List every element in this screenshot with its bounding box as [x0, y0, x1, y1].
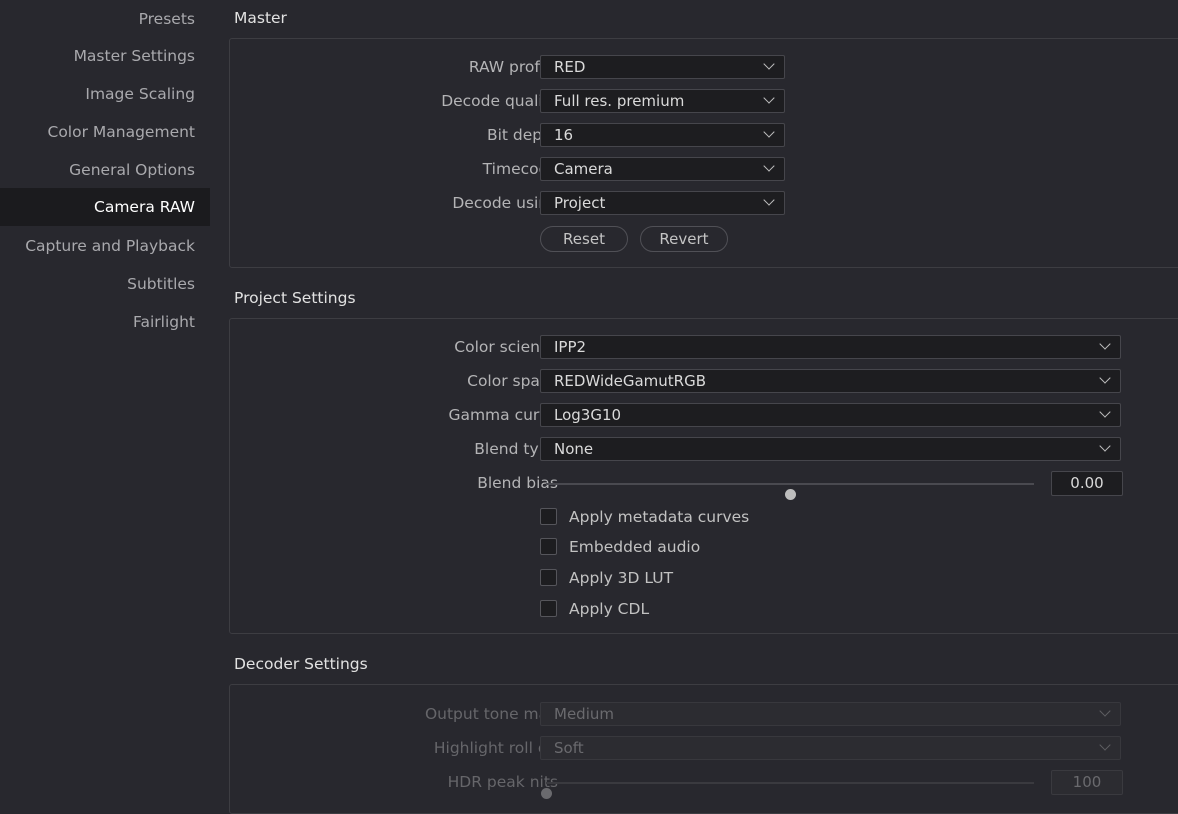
project-section-title: Project Settings — [234, 289, 356, 307]
chevron-down-icon — [763, 194, 775, 206]
sidebar-item-image-scaling[interactable]: Image Scaling — [0, 75, 210, 113]
apply-metadata-curves-checkbox[interactable] — [540, 508, 557, 525]
decoder-panel: Output tone map Medium Highlight roll of… — [229, 684, 1178, 814]
timecode-dropdown[interactable]: Camera — [540, 157, 785, 181]
apply-metadata-curves-label: Apply metadata curves — [569, 508, 750, 526]
decode-using-value: Project — [554, 194, 606, 212]
sidebar-item-fairlight[interactable]: Fairlight — [0, 303, 210, 341]
chevron-down-icon — [1099, 440, 1111, 452]
decode-using-row: Decode using Project — [230, 191, 1178, 215]
sidebar-item-subtitles[interactable]: Subtitles — [0, 265, 210, 303]
sidebar-item-capture-and-playback[interactable]: Capture and Playback — [0, 227, 210, 265]
chevron-down-icon — [763, 160, 775, 172]
embedded-audio-label: Embedded audio — [569, 538, 701, 556]
blend-bias-slider[interactable] — [546, 483, 1034, 500]
apply-cdl-label: Apply CDL — [569, 600, 650, 618]
bit-depth-value: 16 — [554, 126, 574, 144]
blend-type-dropdown[interactable]: None — [540, 437, 1121, 461]
highlight-roll-off-row: Highlight roll off Soft — [230, 736, 1178, 760]
highlight-roll-off-value: Soft — [554, 739, 584, 757]
blend-bias-slider-handle[interactable] — [785, 489, 796, 500]
decode-quality-row: Decode quality Full res. premium — [230, 89, 1178, 113]
raw-profile-dropdown[interactable]: RED — [540, 55, 785, 79]
settings-sidebar: Presets Master Settings Image Scaling Co… — [0, 0, 210, 800]
hdr-peak-nits-row: HDR peak nits 100 — [230, 770, 1178, 799]
decode-quality-dropdown[interactable]: Full res. premium — [540, 89, 785, 113]
raw-profile-row: RAW profile RED — [230, 55, 1178, 79]
sidebar-item-presets[interactable]: Presets — [0, 0, 210, 38]
color-science-row: Color science IPP2 — [230, 335, 1178, 359]
output-tone-map-row: Output tone map Medium — [230, 702, 1178, 726]
blend-type-row: Blend type None — [230, 437, 1178, 461]
blend-bias-value-field[interactable]: 0.00 — [1051, 471, 1123, 496]
sidebar-item-color-management[interactable]: Color Management — [0, 113, 210, 151]
hdr-peak-nits-value-field: 100 — [1051, 770, 1123, 795]
sidebar-item-master-settings[interactable]: Master Settings — [0, 37, 210, 75]
hdr-peak-nits-slider — [541, 782, 1034, 799]
decoder-section-title: Decoder Settings — [234, 655, 368, 673]
chevron-down-icon — [763, 92, 775, 104]
bit-depth-row: Bit depth 16 — [230, 123, 1178, 147]
blend-type-value: None — [554, 440, 594, 458]
revert-button[interactable]: Revert — [640, 226, 728, 252]
chevron-down-icon — [1099, 338, 1111, 350]
chevron-down-icon — [1099, 372, 1111, 384]
master-panel: RAW profile RED Decode quality Full res.… — [229, 38, 1178, 268]
chevron-down-icon — [763, 58, 775, 70]
chevron-down-icon — [1099, 739, 1111, 751]
decode-quality-value: Full res. premium — [554, 92, 685, 110]
sidebar-item-general-options[interactable]: General Options — [0, 151, 210, 189]
project-panel: Color science IPP2 Color space REDWideGa… — [229, 318, 1178, 634]
gamma-curve-dropdown[interactable]: Log3G10 — [540, 403, 1121, 427]
color-science-dropdown[interactable]: IPP2 — [540, 335, 1121, 359]
timecode-value: Camera — [554, 160, 613, 178]
hdr-peak-nits-slider-handle — [541, 788, 552, 799]
color-space-row: Color space REDWideGamutRGB — [230, 369, 1178, 393]
apply-3d-lut-label: Apply 3D LUT — [569, 569, 674, 587]
bit-depth-dropdown[interactable]: 16 — [540, 123, 785, 147]
output-tone-map-dropdown: Medium — [540, 702, 1121, 726]
master-section-title: Master — [234, 9, 287, 27]
gamma-curve-row: Gamma curve Log3G10 — [230, 403, 1178, 427]
color-space-value: REDWideGamutRGB — [554, 372, 707, 390]
timecode-row: Timecode Camera — [230, 157, 1178, 181]
raw-profile-value: RED — [554, 58, 586, 76]
apply-cdl-checkbox[interactable] — [540, 600, 557, 617]
embedded-audio-checkbox[interactable] — [540, 538, 557, 555]
color-space-dropdown[interactable]: REDWideGamutRGB — [540, 369, 1121, 393]
blend-bias-row: Blend bias 0.00 — [230, 471, 1178, 500]
decode-using-dropdown[interactable]: Project — [540, 191, 785, 215]
master-buttons-row: Reset Revert — [230, 226, 1178, 252]
color-science-value: IPP2 — [554, 338, 587, 356]
output-tone-map-label: Output tone map — [424, 705, 558, 723]
reset-button[interactable]: Reset — [540, 226, 628, 252]
output-tone-map-value: Medium — [554, 705, 614, 723]
apply-3d-lut-checkbox[interactable] — [540, 569, 557, 586]
chevron-down-icon — [1099, 705, 1111, 717]
sidebar-item-camera-raw[interactable]: Camera RAW — [0, 188, 210, 226]
highlight-roll-off-dropdown: Soft — [540, 736, 1121, 760]
gamma-curve-value: Log3G10 — [554, 406, 622, 424]
chevron-down-icon — [1099, 406, 1111, 418]
chevron-down-icon — [763, 126, 775, 138]
